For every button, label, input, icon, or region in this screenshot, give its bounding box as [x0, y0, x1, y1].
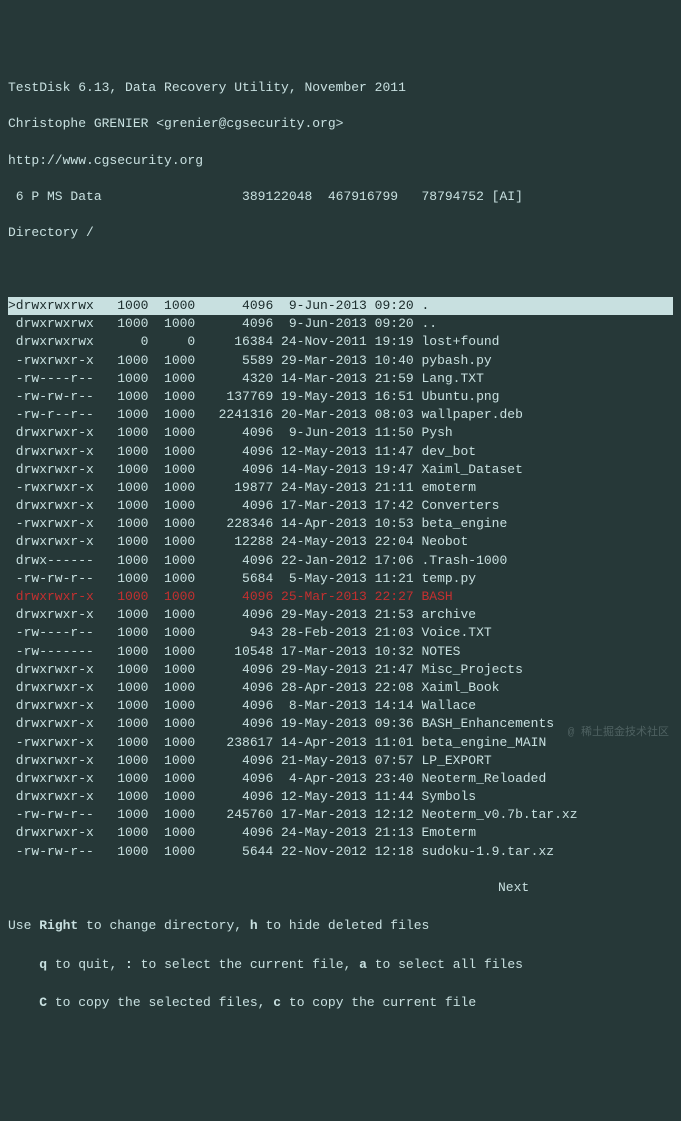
watermark: @ 稀土掘金技术社区: [568, 726, 669, 741]
file-row[interactable]: drwxrwxrwx 0 0 16384 24-Nov-2011 19:19 l…: [8, 333, 673, 351]
file-row[interactable]: drwxrwxrwx 1000 1000 4096 9-Jun-2013 09:…: [8, 315, 673, 333]
file-row[interactable]: >drwxrwxrwx 1000 1000 4096 9-Jun-2013 09…: [8, 297, 673, 315]
file-row[interactable]: -rwxrwxr-x 1000 1000 5589 29-Mar-2013 10…: [8, 352, 673, 370]
file-row[interactable]: -rwxrwxr-x 1000 1000 228346 14-Apr-2013 …: [8, 515, 673, 533]
file-row[interactable]: -rwxrwxr-x 1000 1000 19877 24-May-2013 2…: [8, 479, 673, 497]
app-author: Christophe GRENIER <grenier@cgsecurity.o…: [8, 115, 673, 133]
file-row[interactable]: drwxrwxr-x 1000 1000 4096 24-May-2013 21…: [8, 824, 673, 842]
file-row[interactable]: drwxrwxr-x 1000 1000 4096 8-Mar-2013 14:…: [8, 697, 673, 715]
next-indicator[interactable]: Next: [8, 879, 673, 897]
file-row[interactable]: drwxrwxr-x 1000 1000 12288 24-May-2013 2…: [8, 533, 673, 551]
file-row[interactable]: -rw-rw-r-- 1000 1000 137769 19-May-2013 …: [8, 388, 673, 406]
file-row[interactable]: -rw----r-- 1000 1000 4320 14-Mar-2013 21…: [8, 370, 673, 388]
app-url: http://www.cgsecurity.org: [8, 152, 673, 170]
file-row[interactable]: drwxrwxr-x 1000 1000 4096 9-Jun-2013 11:…: [8, 424, 673, 442]
file-row[interactable]: drwxrwxr-x 1000 1000 4096 12-May-2013 11…: [8, 443, 673, 461]
file-row[interactable]: drwxrwxr-x 1000 1000 4096 29-May-2013 21…: [8, 606, 673, 624]
file-row[interactable]: drwxrwxr-x 1000 1000 4096 17-Mar-2013 17…: [8, 497, 673, 515]
file-row[interactable]: drwxrwxr-x 1000 1000 4096 4-Apr-2013 23:…: [8, 770, 673, 788]
partition-info: 6 P MS Data 389122048 467916799 78794752…: [8, 188, 673, 206]
help-line-3: C to copy the selected files, c to copy …: [8, 994, 673, 1012]
file-row[interactable]: -rw-rw-r-- 1000 1000 5684 5-May-2013 11:…: [8, 570, 673, 588]
app-title: TestDisk 6.13, Data Recovery Utility, No…: [8, 79, 673, 97]
file-row[interactable]: drwxrwxr-x 1000 1000 4096 12-May-2013 11…: [8, 788, 673, 806]
file-row[interactable]: -rw-r--r-- 1000 1000 2241316 20-Mar-2013…: [8, 406, 673, 424]
directory-path: Directory /: [8, 224, 673, 242]
file-row[interactable]: -rw-rw-r-- 1000 1000 5644 22-Nov-2012 12…: [8, 843, 673, 861]
help-line-1: Use Right to change directory, h to hide…: [8, 917, 673, 935]
file-list[interactable]: >drwxrwxrwx 1000 1000 4096 9-Jun-2013 09…: [8, 297, 673, 861]
file-row[interactable]: drwxrwxr-x 1000 1000 4096 14-May-2013 19…: [8, 461, 673, 479]
file-row[interactable]: drwxrwxr-x 1000 1000 4096 21-May-2013 07…: [8, 752, 673, 770]
blank-line: [8, 261, 673, 279]
file-row[interactable]: -rw----r-- 1000 1000 943 28-Feb-2013 21:…: [8, 624, 673, 642]
file-row[interactable]: drwxrwxr-x 1000 1000 4096 25-Mar-2013 22…: [8, 588, 673, 606]
help-line-2: q to quit, : to select the current file,…: [8, 956, 673, 974]
file-row[interactable]: drwxrwxr-x 1000 1000 4096 29-May-2013 21…: [8, 661, 673, 679]
file-row[interactable]: -rw-rw-r-- 1000 1000 245760 17-Mar-2013 …: [8, 806, 673, 824]
file-row[interactable]: drwxrwxr-x 1000 1000 4096 28-Apr-2013 22…: [8, 679, 673, 697]
file-row[interactable]: drwx------ 1000 1000 4096 22-Jan-2012 17…: [8, 552, 673, 570]
file-row[interactable]: -rw------- 1000 1000 10548 17-Mar-2013 1…: [8, 643, 673, 661]
